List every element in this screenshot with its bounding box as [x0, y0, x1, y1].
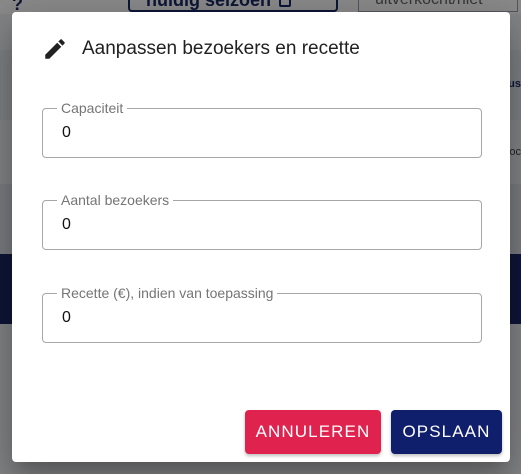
dialog-title: Aanpassen bezoekers en recette [82, 38, 360, 59]
pencil-icon [42, 36, 68, 62]
dialog-header: Aanpassen bezoekers en recette [42, 34, 360, 64]
visitors-field[interactable]: Aantal bezoekers 0 [42, 191, 482, 250]
capacity-input[interactable]: 0 [62, 109, 71, 157]
revenue-input[interactable]: 0 [62, 294, 71, 342]
save-button[interactable]: OPSLAAN [391, 410, 502, 454]
edit-visitors-dialog: Aanpassen bezoekers en recette Capacitei… [12, 12, 510, 462]
cancel-button[interactable]: ANNULEREN [245, 410, 381, 454]
save-button-label: OPSLAAN [402, 422, 491, 441]
visitors-label: Aantal bezoekers [57, 191, 174, 209]
revenue-field[interactable]: Recette (€), indien van toepassing 0 [42, 284, 482, 343]
capacity-field[interactable]: Capaciteit 0 [42, 99, 482, 158]
revenue-label: Recette (€), indien van toepassing [57, 284, 278, 302]
visitors-input[interactable]: 0 [62, 201, 71, 249]
cancel-button-label: ANNULEREN [255, 422, 371, 441]
